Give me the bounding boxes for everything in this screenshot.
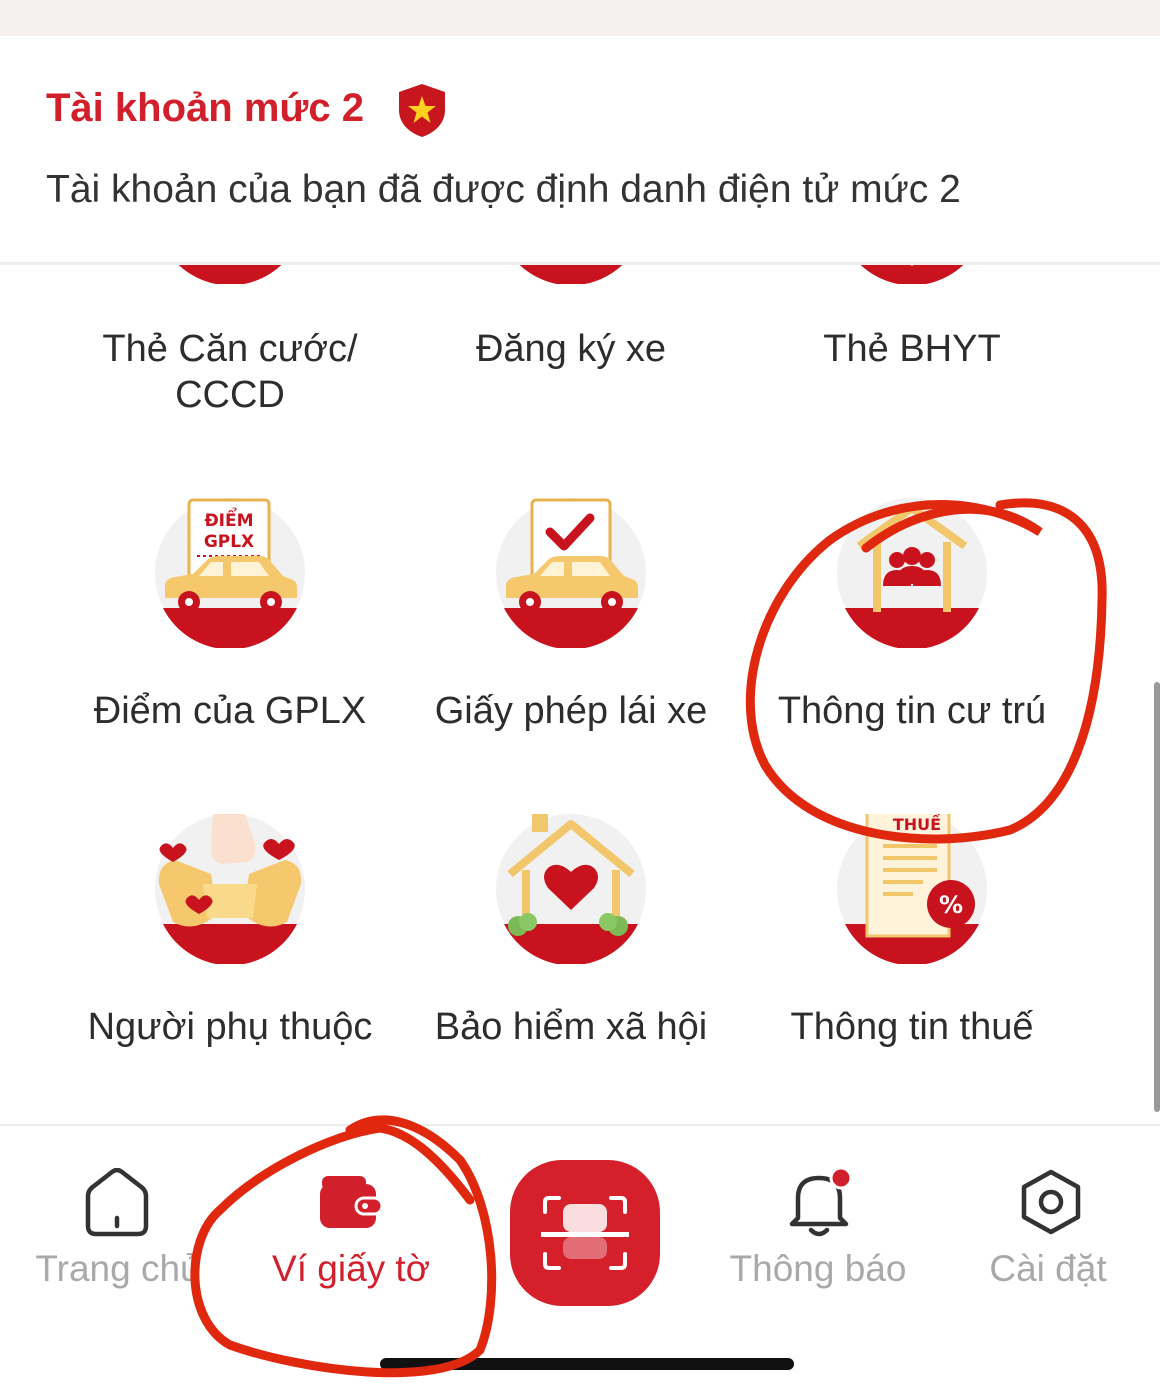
- account-level-card[interactable]: Tài khoản mức 2 Tài khoản của bạn đã đượ…: [0, 36, 1160, 265]
- top-strip: [0, 0, 1160, 36]
- doc-label: Giấy phép lái xe: [434, 690, 708, 732]
- tab-wallet[interactable]: Ví giấy tờ: [236, 1126, 466, 1326]
- scan-icon: [541, 1196, 629, 1270]
- scrollbar-thumb[interactable]: [1154, 682, 1160, 1112]
- document-grid: Thẻ Căn cước/ CCCD Đăng ký xe Thẻ BHYT Đ…: [0, 262, 1160, 1124]
- wallet-icon: [320, 1176, 384, 1228]
- doc-label: Điểm của GPLX: [93, 690, 367, 732]
- account-level-description: Tài khoản của bạn đã được định danh điện…: [46, 168, 961, 211]
- settings-icon: [1021, 1169, 1081, 1235]
- doc-label: Thông tin cư trú: [777, 690, 1047, 732]
- svg-text:%: %: [939, 891, 963, 919]
- doc-label: Bảo hiểm xã hội: [434, 1006, 708, 1048]
- license-points-icon: ĐIỂM GPLX: [155, 498, 305, 648]
- tab-settings-label: Cài đặt: [989, 1248, 1107, 1289]
- social-insurance-icon: [496, 814, 646, 964]
- svg-text:GPLX: GPLX: [204, 532, 254, 552]
- doc-label: Thông tin thuế: [790, 1006, 1034, 1048]
- id-card-icon: [175, 262, 285, 284]
- home-icon: [85, 1168, 149, 1237]
- bottom-tab-bar: Trang chủ Ví giấy tờ Thông báo Cài đặt: [0, 1124, 1160, 1397]
- tab-home[interactable]: Trang chủ: [0, 1126, 236, 1326]
- doc-label: Thẻ Căn cước/ CCCD: [102, 328, 358, 416]
- tab-settings[interactable]: Cài đặt: [936, 1126, 1160, 1326]
- doc-label: Người phụ thuộc: [87, 1006, 373, 1048]
- bell-icon: [789, 1166, 853, 1237]
- home-indicator: [380, 1358, 794, 1370]
- vehicle-registration-icon: [516, 262, 626, 284]
- dependents-icon: [155, 814, 305, 964]
- tab-home-label: Trang chủ: [35, 1248, 201, 1289]
- residence-info-icon: [837, 498, 987, 648]
- doc-label: Đăng ký xe: [475, 328, 667, 370]
- qr-scan-button[interactable]: [510, 1160, 660, 1306]
- tax-info-icon: THUẾ %: [837, 814, 987, 964]
- doc-label: Thẻ BHYT: [823, 328, 1001, 370]
- account-level-title: Tài khoản mức 2: [46, 86, 364, 130]
- svg-text:THUẾ: THUẾ: [893, 814, 941, 834]
- tab-wallet-label: Ví giấy tờ: [272, 1248, 430, 1289]
- tab-notifications-label: Thông báo: [729, 1248, 907, 1289]
- tab-notifications[interactable]: Thông báo: [700, 1126, 936, 1326]
- health-insurance-icon: [857, 262, 967, 284]
- shield-star-icon: [399, 84, 445, 137]
- driving-license-icon: [496, 498, 646, 648]
